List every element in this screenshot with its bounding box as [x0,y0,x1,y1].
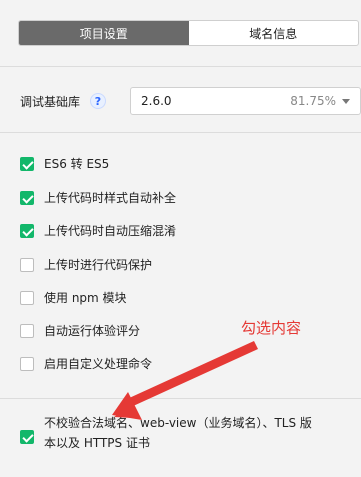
checkbox[interactable] [20,191,34,205]
option-custom-commands[interactable]: 启用自定义处理命令 [20,355,152,373]
checkbox[interactable] [20,324,34,338]
chevron-down-icon [342,98,350,104]
option-npm-modules[interactable]: 使用 npm 模块 [20,289,127,307]
settings-tabs: 项目设置 域名信息 [18,20,359,46]
checkbox[interactable] [20,430,34,444]
option-minify-obfuscate[interactable]: 上传代码时自动压缩混淆 [20,222,176,240]
divider [0,132,361,133]
base-library-version: 2.6.0 [141,94,172,108]
checkbox[interactable] [20,258,34,272]
option-style-autoprefix[interactable]: 上传代码时样式自动补全 [20,189,176,207]
option-label: 自动运行体验评分 [44,324,141,338]
option-label: 启用自定义处理命令 [44,357,153,371]
question-mark-icon[interactable]: ? [90,93,106,109]
option-label-line: 不校验合法域名、web-view（业务域名）、TLS 版 [44,416,312,430]
option-auto-audit[interactable]: 自动运行体验评分 [20,322,140,340]
checkbox[interactable] [20,291,34,305]
option-skip-domain-check[interactable]: 不校验合法域名、web-view（业务域名）、TLS 版 本以及 HTTPS 证… [20,413,350,453]
debug-base-library-row: 调试基础库 ? 2.6.0 81.75% [20,87,361,115]
tab-project-settings[interactable]: 项目设置 [19,21,189,45]
checkbox[interactable] [20,357,34,371]
checkbox[interactable] [20,224,34,238]
option-label: 不校验合法域名、web-view（业务域名）、TLS 版 本以及 HTTPS 证… [44,413,344,453]
option-label-line: 本以及 HTTPS 证书 [44,436,150,450]
option-es6-to-es5[interactable]: ES6 转 ES5 [20,155,109,173]
checkbox[interactable] [20,157,34,171]
tab-domain-info[interactable]: 域名信息 [189,21,359,45]
option-code-protection[interactable]: 上传时进行代码保护 [20,256,152,274]
option-label: 上传时进行代码保护 [44,258,153,272]
divider [0,398,361,399]
debug-base-library-label: 调试基础库 [20,94,81,109]
annotation-text: 勾选内容 [241,319,302,337]
option-label: 使用 npm 模块 [44,291,127,305]
option-label: ES6 转 ES5 [44,157,110,171]
option-label: 上传代码时样式自动补全 [44,191,177,205]
option-label: 上传代码时自动压缩混淆 [44,224,177,238]
base-library-select[interactable]: 2.6.0 81.75% [130,87,361,115]
base-library-coverage: 81.75% [290,94,336,108]
divider [0,66,361,67]
